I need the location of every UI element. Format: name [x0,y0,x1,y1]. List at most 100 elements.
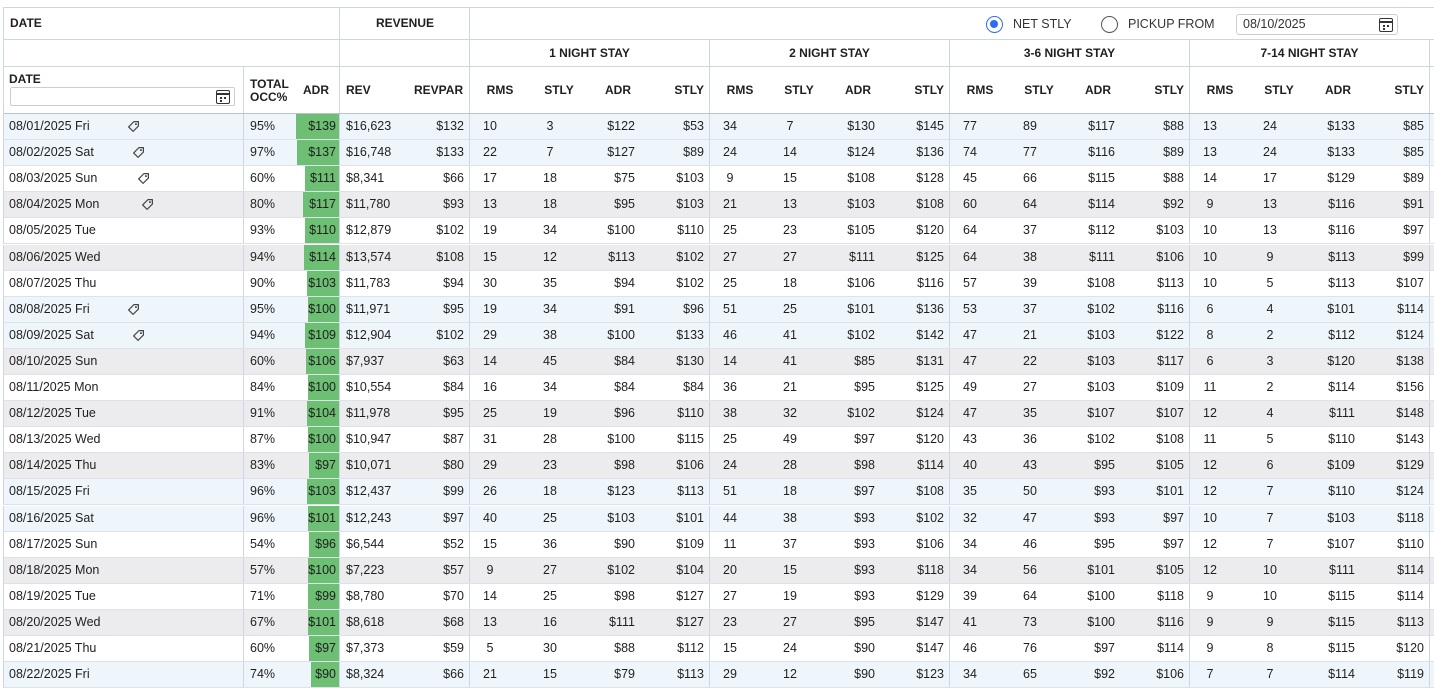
stay-g4-col4-cell: $148 [1396,406,1424,421]
stay-g2-col3-cell: $105 [847,223,875,238]
stay-g1-col4-cell: $103 [676,197,704,212]
revpar-cell: $102 [436,223,464,238]
tag-icon[interactable] [132,329,145,342]
rev-cell: $12,904 [346,327,392,342]
stay-g1-col4-cell: $53 [683,119,704,133]
stay-g4-col1-cell: 9 [1206,588,1214,603]
stay-g4-col2-cell: 7 [1266,484,1274,499]
tag-icon[interactable] [137,172,150,185]
adr-cell: $101 [308,510,336,525]
date-column-header[interactable]: DATE [9,73,41,86]
stay-g3-col4-cell: $97 [1163,510,1184,525]
revpar-cell: $99 [443,484,464,499]
table-row[interactable]: 08/06/2025 Wed 94% $114 $13,574 $108 15 12 $113… [3,244,1434,271]
stay-g3-col4-cell: $97 [1163,536,1184,551]
occupancy-cell: 91% [250,406,276,421]
stay-g3-col2-cell: 27 [1023,380,1037,394]
table-row[interactable]: 08/01/2025 Fri 95% $139 $16,623 $132 10 3 $122 $… [3,114,1434,140]
table-row[interactable]: 08/14/2025 Thu 83% $97 $10,071 $80 29 23 $98 $10… [3,453,1434,480]
stay-g3-col4-cell: $122 [1156,327,1184,342]
table-row[interactable]: 08/12/2025 Tue 91% $104 $11,978 $95 25 19 $96 $1… [3,401,1434,428]
stay-g4-col4-cell: $89 [1403,171,1424,186]
stay-g2-col3-cell: $93 [854,536,875,551]
table-row[interactable]: 08/22/2025 Fri 74% $90 $8,324 $66 21 15 $79 $113… [3,662,1434,688]
subcol-header-g4-stly-1[interactable]: STLY [1261,84,1297,97]
table-row[interactable]: 08/07/2025 Thu 90% $103 $11,783 $94 30 35 $94 $1… [3,270,1434,297]
table-row[interactable]: 08/02/2025 Sat 97% $137 $16,748 $133 22 7 $127 $… [3,140,1434,167]
adr-cell: $101 [308,614,336,629]
stay-g1-col2-cell: 30 [543,641,557,655]
adr-cell: $100 [308,562,336,577]
table-row[interactable]: 08/17/2025 Sun 54% $96 $6,544 $52 15 36 $90 $109… [3,531,1434,558]
subcol-header-g2-rms-0[interactable]: RMS [722,84,758,97]
tag-icon[interactable] [132,146,145,159]
stay-g2-col4-cell: $131 [916,353,944,368]
stay-g4-col2-cell: 4 [1266,406,1274,421]
rev-header[interactable]: REV [346,84,371,97]
stay-g1-col3-cell: $75 [614,171,635,186]
stay-g2-col2-cell: 28 [783,458,797,473]
stay-g2-col4-cell: $123 [916,667,944,682]
subcol-header-g4-stly-3[interactable]: STLY [1370,84,1424,97]
table-row[interactable]: 08/20/2025 Wed 67% $101 $8,618 $68 13 16 $111 $1… [3,609,1434,636]
subcol-header-g2-stly-3[interactable]: STLY [890,84,944,97]
table-row[interactable]: 08/04/2025 Mon 80% $117 $11,780 $93 13 18 $95 $1… [3,192,1434,219]
stay-g2-col1-cell: 25 [723,275,737,290]
stay-g4-col4-cell: $113 [1397,614,1424,629]
date-cell: 08/18/2025 Mon [9,562,100,577]
date-filter-input[interactable] [10,87,235,106]
subcol-header-g3-stly-3[interactable]: STLY [1130,84,1184,97]
subcol-header-g4-adr-2[interactable]: ADR [1320,84,1356,97]
subcol-header-g1-stly-1[interactable]: STLY [541,84,577,97]
stay-g1-col1-cell: 16 [483,380,497,394]
table-row[interactable]: 08/09/2025 Sat 94% $109 $12,904 $102 29 38 $100… [3,322,1434,349]
stay-g2-col4-cell: $142 [916,327,944,342]
net-stly-option[interactable]: NET STLY [986,14,1072,34]
calendar-icon[interactable] [216,90,230,104]
table-row[interactable]: 08/10/2025 Sun 60% $106 $7,937 $63 14 45 $84 $13… [3,348,1434,375]
subcol-header-g1-stly-3[interactable]: STLY [650,84,704,97]
tag-icon[interactable] [127,303,140,316]
pickup-from-radio[interactable] [1101,15,1118,33]
total-occ-header[interactable]: TOTAL OCC% [250,78,289,104]
stay-g3-col2-cell: 77 [1023,145,1037,160]
calendar-icon[interactable] [1379,18,1393,32]
pickup-from-label: PICKUP FROM [1128,17,1215,31]
tag-icon[interactable] [127,120,140,133]
net-stly-radio[interactable] [986,15,1003,33]
pickup-from-option[interactable]: PICKUP FROM [1101,14,1215,34]
table-row[interactable]: 08/19/2025 Tue 71% $99 $8,780 $70 14 25 $98 $127… [3,583,1434,610]
subcol-header-g2-stly-1[interactable]: STLY [781,84,817,97]
table-row[interactable]: 08/11/2025 Mon 84% $100 $10,554 $84 16 34 $84 $8… [3,375,1434,401]
stay-g1-col4-cell: $89 [683,145,704,160]
subcol-header-g1-rms-0[interactable]: RMS [482,84,518,97]
table-row[interactable]: 08/13/2025 Wed 87% $100 $10,947 $87 31 28 $100 $… [3,427,1434,454]
rev-cell: $11,978 [346,406,391,421]
tag-icon[interactable] [141,198,154,211]
subcol-header-g1-adr-2[interactable]: ADR [600,84,636,97]
stay-g2-col1-cell: 25 [723,223,737,238]
date-cell: 08/06/2025 Wed [9,249,101,264]
table-row[interactable]: 08/18/2025 Mon 57% $100 $7,223 $57 9 27 $102 $10… [3,557,1434,584]
table-row[interactable]: 08/16/2025 Sat 96% $101 $12,243 $97 40 25 $103 $… [3,505,1434,532]
subcol-header-g3-stly-1[interactable]: STLY [1021,84,1057,97]
occupancy-cell: 84% [250,380,276,394]
revpar-header[interactable]: REVPAR [414,84,463,97]
subcol-header-g3-adr-2[interactable]: ADR [1080,84,1116,97]
stay-g3-col4-cell: $88 [1163,119,1184,133]
table-row[interactable]: 08/08/2025 Fri 95% $100 $11,971 $95 19 34 $91 $9… [3,296,1434,323]
table-row[interactable]: 08/21/2025 Thu 60% $97 $7,373 $59 5 30 $88 $112 1… [3,636,1434,662]
table-row[interactable]: 08/15/2025 Fri 96% $103 $12,437 $99 26 18 $123 $… [3,479,1434,506]
table-row[interactable]: 08/05/2025 Tue 93% $110 $12,879 $102 19 34 $100… [3,218,1434,245]
subcol-header-g3-rms-0[interactable]: RMS [962,84,998,97]
subcol-header-g4-rms-0[interactable]: RMS [1202,84,1238,97]
pickup-date-input[interactable]: 08/10/2025 [1236,14,1398,35]
table-row[interactable]: 08/03/2025 Sun 60% $111 $8,341 $66 17 18 $75 $10… [3,166,1434,193]
stay-g3-col3-cell: $108 [1087,275,1115,290]
adr-header[interactable]: ADR [303,84,329,97]
subcol-header-g2-adr-2[interactable]: ADR [840,84,876,97]
stay-g2-col3-cell: $97 [854,484,875,499]
adr-cell: $97 [315,641,336,655]
stay-g3-col1-cell: 45 [963,171,977,186]
stay-g4-col3-cell: $110 [1328,484,1355,499]
